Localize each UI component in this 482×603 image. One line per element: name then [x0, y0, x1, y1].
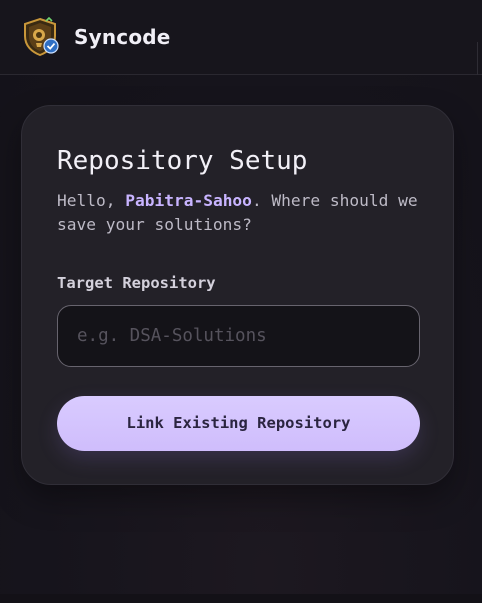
app-header: Syncode — [0, 0, 482, 75]
link-existing-repository-button[interactable]: Link Existing Repository — [57, 396, 420, 451]
repository-setup-card: Repository Setup Hello, Pabitra-Sahoo. W… — [21, 105, 454, 485]
username: Pabitra-Sahoo — [125, 191, 252, 210]
card-title: Repository Setup — [57, 146, 308, 176]
shield-logo-icon — [24, 17, 59, 57]
greeting-prefix: Hello, — [57, 191, 126, 210]
target-repository-input[interactable] — [57, 305, 420, 367]
app-title: Syncode — [74, 25, 171, 49]
bottom-edge — [0, 594, 482, 603]
header-edge-divider — [477, 42, 482, 75]
target-repository-label: Target Repository — [57, 274, 216, 292]
greeting-text: Hello, Pabitra-Sahoo. Where should we sa… — [57, 189, 427, 237]
